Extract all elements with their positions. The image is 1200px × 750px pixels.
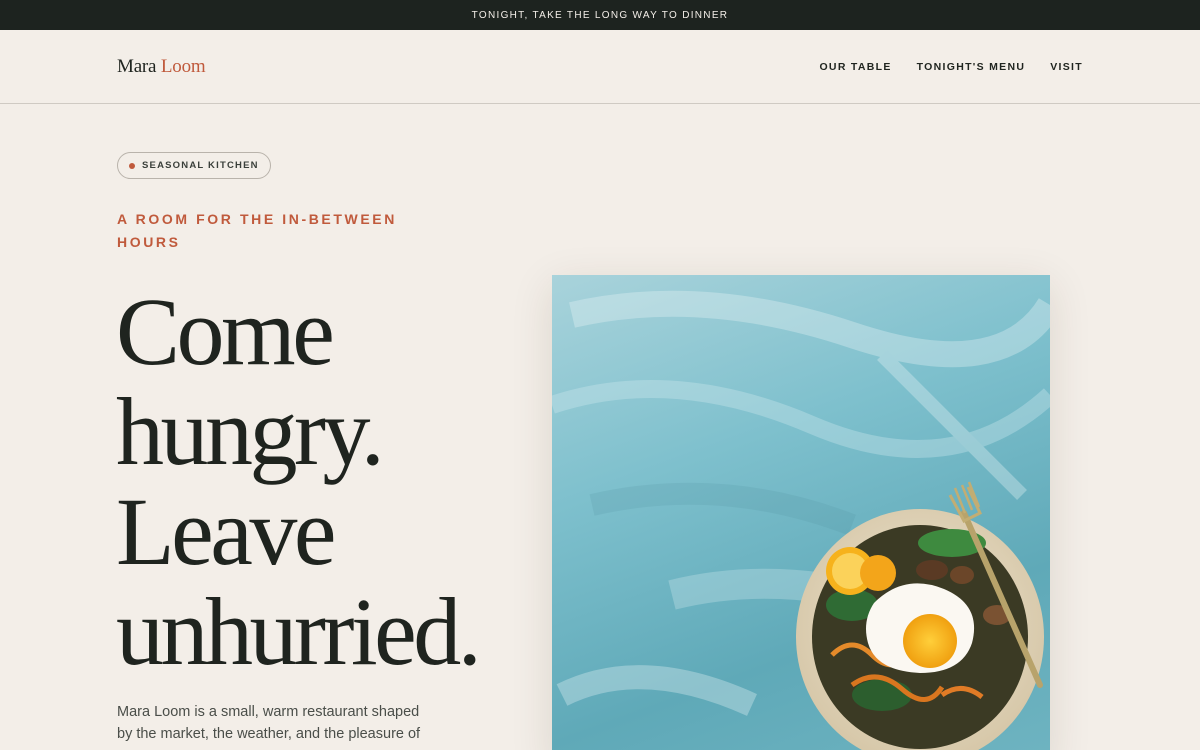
main-nav: OUR TABLE TONIGHT'S MENU VISIT [819, 61, 1083, 73]
brand-name-second: Loom [160, 55, 206, 77]
nav-link-visit[interactable]: VISIT [1050, 61, 1083, 73]
badge-label: SEASONAL KITCHEN [142, 160, 259, 171]
hero-headline: Come hungry. Leave unhurried. [116, 282, 546, 682]
brand-logo[interactable]: Mara Loom [117, 55, 206, 78]
site-header: Mara Loom OUR TABLE TONIGHT'S MENU VISIT [0, 30, 1200, 104]
hero-dish-photo [552, 275, 1050, 750]
hero-section: SEASONAL KITCHEN A ROOM FOR THE IN-BETWE… [0, 104, 1200, 750]
nav-link-our-table[interactable]: OUR TABLE [819, 61, 891, 73]
headline-line-1: Come [116, 278, 335, 385]
seasonal-badge: SEASONAL KITCHEN [117, 152, 271, 179]
hero-intro: Mara Loom is a small, warm restaurant sh… [117, 704, 421, 742]
nav-link-tonights-menu[interactable]: TONIGHT'S MENU [917, 61, 1026, 73]
dot-icon [129, 162, 135, 169]
egg-yolk [903, 614, 957, 668]
announcement-text: TONIGHT, TAKE THE LONG WAY TO DINNER [471, 9, 729, 21]
dish-illustration [552, 290, 1050, 750]
brand-name-first: Mara [117, 55, 157, 77]
headline-line-4: unhurried. [116, 578, 482, 685]
hero-eyebrow: A ROOM FOR THE IN-BETWEEN HOURS [117, 211, 397, 250]
announcement-bar: TONIGHT, TAKE THE LONG WAY TO DINNER [0, 0, 1200, 30]
headline-line-2: hungry. [116, 378, 385, 485]
headline-line-3: Leave [116, 478, 336, 585]
